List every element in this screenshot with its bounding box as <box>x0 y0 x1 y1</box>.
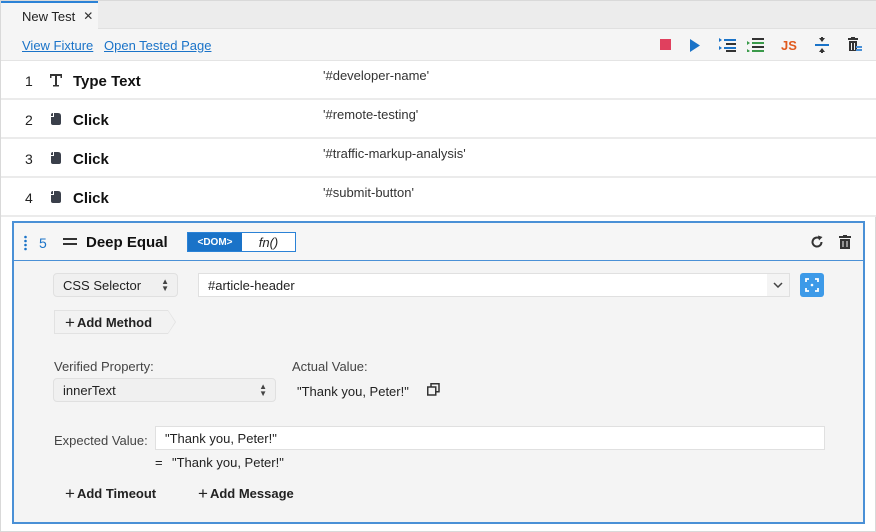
click-icon <box>49 111 63 127</box>
select-arrows-icon: ▲ ▼ <box>161 277 169 293</box>
select-arrows-icon: ▲ ▼ <box>259 382 267 398</box>
verified-property-select[interactable]: innerText ▲ ▼ <box>53 378 276 402</box>
plus-icon: + <box>198 484 208 503</box>
chevron-down-icon[interactable] <box>767 274 789 296</box>
toolbar: View Fixture Open Tested Page JS <box>1 29 876 61</box>
delete-step-icon[interactable] <box>837 234 853 250</box>
collapse-icon[interactable] <box>813 37 831 53</box>
add-timeout-button[interactable]: + Add Timeout <box>65 485 156 502</box>
plus-icon: + <box>65 312 75 332</box>
expanded-step-header[interactable]: 5 Deep Equal <DOM> fn() <box>14 223 863 261</box>
tab-title: New Test <box>22 8 76 24</box>
target-icon <box>805 278 819 292</box>
step-argument: '#remote-testing' <box>323 107 419 122</box>
expected-value-label: Expected Value: <box>54 433 148 448</box>
step-number: 2 <box>25 112 33 128</box>
js-icon[interactable]: JS <box>780 37 798 53</box>
step-name: Type Text <box>73 73 141 90</box>
verified-property-label: Verified Property: <box>54 359 154 374</box>
test-editor: New Test ✕ View Fixture Open Tested Page <box>0 0 876 532</box>
stop-icon[interactable] <box>657 37 675 53</box>
step-name: Click <box>73 190 109 207</box>
step-name: Click <box>73 112 109 129</box>
tab-bar: New Test ✕ <box>1 1 876 29</box>
step-number: 3 <box>25 151 33 167</box>
drag-handle-icon[interactable] <box>24 235 27 251</box>
step-row[interactable]: 1 Type Text '#developer-name' <box>1 61 876 100</box>
run-icon[interactable] <box>686 37 704 53</box>
step-row[interactable]: 2 Click '#remote-testing' <box>1 100 876 139</box>
add-method-button[interactable]: + Add Method <box>54 310 176 334</box>
step-number: 4 <box>25 190 33 206</box>
expected-value: "Thank you, Peter!" <box>165 430 277 446</box>
actual-value-label: Actual Value: <box>292 359 368 374</box>
reset-icon[interactable] <box>809 234 825 250</box>
selector-type-select[interactable]: CSS Selector ▲ ▼ <box>53 273 178 297</box>
evaluated-value: "Thank you, Peter!" <box>172 455 284 470</box>
fn-toggle-option[interactable]: fn() <box>242 233 295 251</box>
selector-value: #article-header <box>208 277 295 293</box>
step-name: Deep Equal <box>86 234 168 251</box>
dom-fn-toggle: <DOM> fn() <box>187 232 296 252</box>
expected-value-input[interactable]: "Thank you, Peter!" <box>155 426 825 450</box>
step-name: Click <box>73 151 109 168</box>
plus-icon: + <box>65 484 75 503</box>
view-fixture-link[interactable]: View Fixture <box>22 38 93 53</box>
verified-property-value: innerText <box>63 382 116 398</box>
add-method-label: Add Method <box>76 314 153 330</box>
step-argument: '#developer-name' <box>323 68 430 83</box>
run-marked-icon[interactable] <box>747 37 765 53</box>
copy-icon[interactable] <box>427 383 440 399</box>
pick-element-button[interactable] <box>800 273 824 297</box>
selector-type-value: CSS Selector <box>63 277 142 293</box>
evaluated-equals: = <box>155 455 163 470</box>
dom-toggle-option[interactable]: <DOM> <box>188 233 242 251</box>
step-argument: '#traffic-markup-analysis' <box>323 146 466 161</box>
run-selected-icon[interactable] <box>719 37 737 53</box>
step-row[interactable]: 4 Click '#submit-button' <box>1 178 876 217</box>
click-icon <box>49 189 63 205</box>
step-row[interactable]: 3 Click '#traffic-markup-analysis' <box>1 139 876 178</box>
equals-icon <box>63 238 77 245</box>
actual-value: "Thank you, Peter!" <box>297 384 409 399</box>
expanded-step: 5 Deep Equal <DOM> fn() CSS Selector ▲ ▼ … <box>12 221 865 524</box>
open-tested-page-link[interactable]: Open Tested Page <box>104 38 211 53</box>
close-icon[interactable]: ✕ <box>83 9 93 23</box>
selector-input[interactable]: #article-header <box>198 273 790 297</box>
click-icon <box>49 150 63 166</box>
add-timeout-label: Add Timeout <box>76 486 157 501</box>
step-argument: '#submit-button' <box>323 185 414 200</box>
delete-all-icon[interactable] <box>846 37 864 53</box>
tab-new-test[interactable]: New Test ✕ <box>1 1 98 29</box>
type-text-icon <box>49 72 63 88</box>
add-message-label: Add Message <box>209 486 294 501</box>
add-message-button[interactable]: + Add Message <box>198 485 294 502</box>
step-number: 5 <box>39 235 47 251</box>
step-number: 1 <box>25 73 33 89</box>
